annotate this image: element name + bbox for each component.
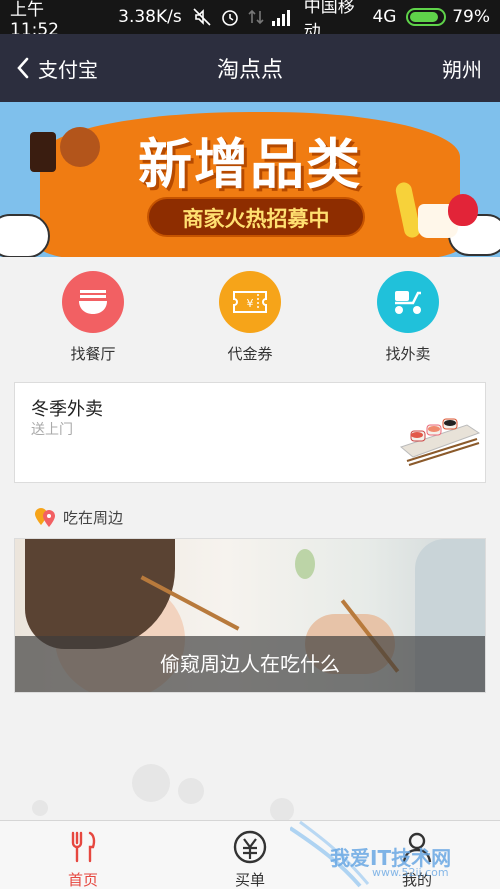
strawberry-illustration xyxy=(448,194,478,226)
status-bar: 上午11:52 3.38K/s 中国移动 4G 79% xyxy=(0,0,500,42)
back-button[interactable]: 支付宝 xyxy=(16,34,98,102)
tab-home[interactable]: 首页 xyxy=(28,829,138,889)
scooter-icon xyxy=(395,291,421,314)
yuan-circle-icon xyxy=(233,830,267,864)
section-title: 吃在周边 xyxy=(63,508,124,527)
winter-takeaway-card[interactable]: 冬季外卖 送上门 xyxy=(14,382,486,483)
tab-label: 买单 xyxy=(234,871,265,889)
quick-entry-restaurants[interactable]: 找餐厅 xyxy=(43,271,143,364)
mute-icon xyxy=(193,8,211,26)
quick-entry-label: 代金券 xyxy=(227,345,273,363)
banner-subtitle: 商家火热招募中 xyxy=(147,197,365,237)
battery-percent: 79% xyxy=(452,7,490,27)
nearby-section-header: 吃在周边 xyxy=(33,506,123,528)
tree-decoration xyxy=(270,798,294,822)
card-subtitle: 送上门 xyxy=(31,422,73,438)
tree-decoration xyxy=(132,764,170,802)
battery-icon xyxy=(406,8,447,26)
quick-entry-takeaway[interactable]: 找外卖 xyxy=(358,271,458,364)
nearby-photo-card[interactable]: 偷窥周边人在吃什么 xyxy=(14,538,486,693)
tab-pay[interactable]: 买单 xyxy=(195,829,305,889)
tree-decoration xyxy=(178,778,204,804)
tree-decoration xyxy=(32,800,48,816)
status-speed: 3.38K/s xyxy=(118,7,182,27)
quick-entry-label: 找餐厅 xyxy=(70,345,116,363)
city-selector[interactable]: 朔州 xyxy=(442,54,482,83)
promo-banner[interactable]: 新增品类 商家火热招募中 xyxy=(0,102,500,257)
voucher-icon: ¥ xyxy=(233,291,267,313)
background-trees xyxy=(0,750,500,822)
location-pin-icon xyxy=(35,508,55,527)
hand-illustration-left xyxy=(0,214,50,257)
svg-text:¥: ¥ xyxy=(247,297,254,310)
quick-entry-icon-bg: ¥ xyxy=(219,271,281,333)
quick-entry-vouchers[interactable]: ¥ 代金券 xyxy=(200,271,300,364)
alarm-icon xyxy=(221,10,238,26)
watermark-url: www.52ij.com xyxy=(372,866,449,879)
signal-icon xyxy=(271,10,290,26)
quick-entry-label: 找外卖 xyxy=(385,345,431,363)
banner-title: 新增品类 xyxy=(138,133,362,196)
data-arrows-icon xyxy=(248,9,264,25)
quick-entries: 找餐厅 ¥ 代金券 找外卖 xyxy=(0,257,500,369)
fork-knife-icon xyxy=(71,831,96,863)
status-icons xyxy=(192,7,294,27)
back-label: 支付宝 xyxy=(38,57,98,82)
quick-entry-icon-bg xyxy=(377,271,439,333)
bowl-icon xyxy=(79,290,107,314)
sushi-image xyxy=(397,395,481,471)
chevron-left-icon xyxy=(17,57,29,79)
card-title: 冬季外卖 xyxy=(31,399,103,420)
plant-illustration xyxy=(295,549,315,579)
status-network: 4G xyxy=(372,7,397,27)
tab-label: 首页 xyxy=(67,871,98,889)
nav-bar: 支付宝 淘点点 朔州 xyxy=(0,34,500,102)
photo-caption: 偷窥周边人在吃什么 xyxy=(15,636,485,692)
quick-entry-icon-bg xyxy=(62,271,124,333)
